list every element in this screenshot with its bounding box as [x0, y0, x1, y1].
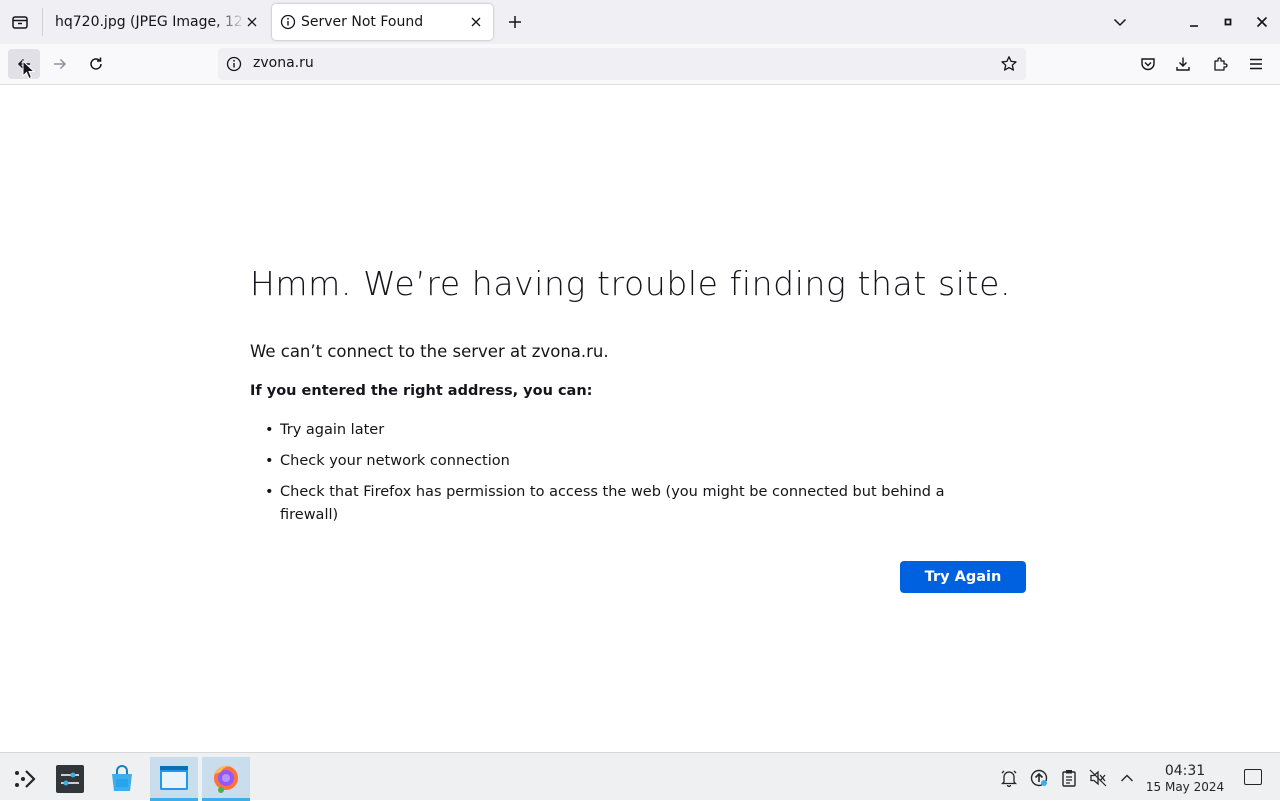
- updates-icon: [1030, 769, 1048, 787]
- digital-clock[interactable]: 04:31 15 May 2024: [1140, 763, 1230, 795]
- window-close-button[interactable]: [1248, 8, 1276, 36]
- list-all-tabs-button[interactable]: [1106, 8, 1134, 36]
- minimize-button[interactable]: [1180, 8, 1208, 36]
- taskbar-system-settings[interactable]: [46, 757, 94, 801]
- mouse-cursor-icon: [22, 60, 36, 80]
- close-icon: [247, 17, 257, 27]
- tray-volume[interactable]: [1087, 767, 1109, 789]
- tab-close-button[interactable]: [466, 12, 486, 32]
- tray-updates[interactable]: [1028, 767, 1050, 789]
- application-launcher[interactable]: [0, 757, 48, 801]
- tab-close-button[interactable]: [242, 12, 262, 32]
- window-close-icon: [1256, 16, 1268, 28]
- clock-date: 15 May 2024: [1145, 780, 1225, 794]
- show-desktop-icon[interactable]: [1244, 769, 1262, 785]
- tab-list-button[interactable]: [4, 6, 36, 38]
- error-description: We can’t connect to the server at zvona.…: [250, 342, 609, 361]
- tab-separator: [42, 8, 43, 36]
- tab-list-icon: [12, 16, 28, 29]
- url-bar[interactable]: zvona.ru: [218, 48, 1026, 80]
- reload-button[interactable]: [80, 49, 112, 79]
- chevron-down-icon: [1113, 18, 1127, 27]
- tab-title: hq720.jpg (JPEG Image, 1280 × 720 pixels…: [55, 14, 245, 30]
- list-item: Try again later: [265, 419, 1005, 442]
- pocket-icon: [1141, 58, 1155, 71]
- app-launcher-icon: [15, 770, 36, 788]
- file-manager-icon: [160, 765, 188, 790]
- tray-notifications[interactable]: [998, 767, 1020, 789]
- download-icon: [1176, 57, 1190, 71]
- taskbar-firefox[interactable]: [202, 757, 250, 801]
- downloads-button[interactable]: [1168, 49, 1198, 79]
- extensions-icon: [1214, 57, 1228, 71]
- plus-icon: [509, 16, 521, 28]
- info-icon[interactable]: [226, 56, 242, 72]
- error-title: Hmm. We’re having trouble finding that s…: [250, 264, 1012, 303]
- url-text[interactable]: zvona.ru: [253, 55, 314, 71]
- taskbar-file-manager[interactable]: [150, 757, 198, 801]
- tab-server-not-found[interactable]: Server Not Found: [272, 4, 493, 40]
- system-settings-icon: [56, 765, 84, 793]
- taskbar: 04:31 15 May 2024: [0, 752, 1280, 801]
- notifications-icon: [1000, 770, 1018, 787]
- tray-clipboard[interactable]: [1058, 767, 1080, 789]
- chevron-up-icon: [1121, 774, 1133, 782]
- tab-jpeg-image[interactable]: hq720.jpg (JPEG Image, 1280 × 720 pixels…: [46, 4, 268, 40]
- navigation-toolbar: zvona.ru: [0, 44, 1280, 85]
- list-item: Check that Firefox has permission to acc…: [265, 481, 1005, 527]
- clock-time: 04:31: [1164, 763, 1206, 779]
- extensions-button[interactable]: [1205, 49, 1235, 79]
- maximize-button[interactable]: [1214, 8, 1242, 36]
- volume-muted-icon: [1089, 769, 1107, 787]
- discover-icon: [112, 765, 132, 791]
- firefox-icon: [214, 765, 238, 793]
- taskbar-discover[interactable]: [98, 757, 146, 801]
- application-menu-button[interactable]: [1241, 49, 1271, 79]
- reload-icon: [90, 57, 102, 70]
- tray-expand[interactable]: [1116, 767, 1138, 789]
- forward-button[interactable]: [44, 49, 76, 79]
- pocket-button[interactable]: [1133, 49, 1163, 79]
- tab-strip: hq720.jpg (JPEG Image, 1280 × 720 pixels…: [0, 0, 1280, 44]
- star-icon[interactable]: [1000, 55, 1018, 73]
- menu-icon: [1250, 58, 1262, 70]
- list-item: Check your network connection: [265, 450, 1005, 473]
- error-suggestions-list: Try again later Check your network conne…: [265, 419, 1005, 535]
- close-icon: [471, 17, 481, 27]
- info-icon: [280, 14, 296, 30]
- maximize-icon: [1224, 18, 1232, 26]
- tab-title: Server Not Found: [301, 14, 424, 30]
- forward-arrow-icon: [54, 58, 67, 70]
- error-suggestions-heading: If you entered the right address, you ca…: [250, 383, 593, 399]
- clipboard-icon: [1062, 770, 1076, 787]
- new-tab-button[interactable]: [502, 8, 528, 36]
- try-again-button[interactable]: Try Again: [900, 561, 1026, 593]
- error-page: Hmm. We’re having trouble finding that s…: [0, 86, 1280, 752]
- minimize-icon: [1190, 25, 1198, 27]
